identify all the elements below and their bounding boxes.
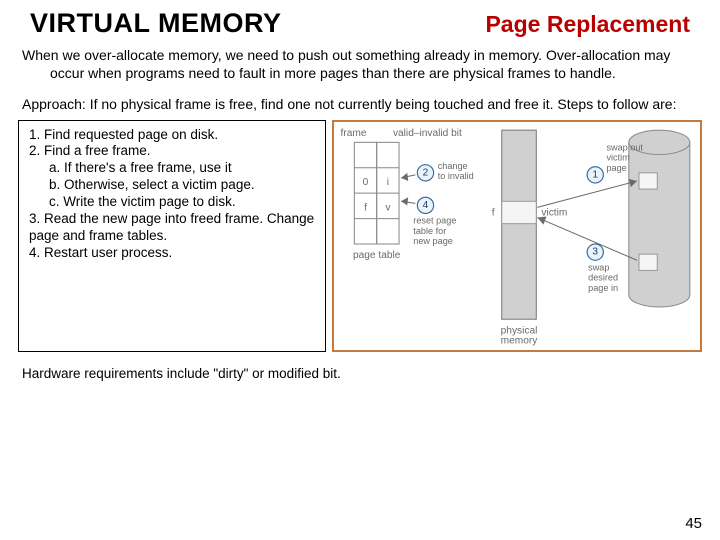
reset-label: reset pagetable fornew page <box>413 215 456 245</box>
step-2b: b. Otherwise, select a victim page. <box>27 177 317 194</box>
change-label: changeto invalid <box>438 160 474 180</box>
svg-text:4: 4 <box>423 199 429 210</box>
swap-in-label: swapdesiredpage in <box>588 262 618 292</box>
paragraph-2: Approach: If no physical frame is free, … <box>22 96 698 114</box>
paragraph-1: When we over-allocate memory, we need to… <box>22 47 698 82</box>
step-1: 1. Find requested page on disk. <box>27 127 317 144</box>
svg-text:i: i <box>387 177 389 188</box>
step-2c: c. Write the victim page to disk. <box>27 194 317 211</box>
col-valid-label: valid–invalid bit <box>393 128 462 139</box>
svg-text:0: 0 <box>363 177 369 188</box>
page-table: 0 i f v <box>354 142 399 244</box>
phys-mem-label: physicalmemory <box>501 325 539 346</box>
svg-text:f: f <box>492 207 495 218</box>
physical-memory: f victim <box>492 130 568 319</box>
svg-text:f: f <box>364 202 367 213</box>
page-subtitle: Page Replacement <box>485 11 690 38</box>
page-table-label: page table <box>353 250 401 261</box>
page-number: 45 <box>685 515 702 532</box>
svg-text:3: 3 <box>592 246 598 257</box>
steps-box: 1. Find requested page on disk. 2. Find … <box>18 120 326 352</box>
step-2: 2. Find a free frame. <box>27 143 317 160</box>
step-3: 3. Read the new page into freed frame. C… <box>27 211 317 245</box>
svg-text:1: 1 <box>592 169 598 180</box>
svg-text:v: v <box>385 202 391 213</box>
disk-cylinder <box>629 130 690 307</box>
svg-text:2: 2 <box>423 167 429 178</box>
col-frame-label: frame <box>341 128 367 139</box>
step-4: 4. Restart user process. <box>27 245 317 262</box>
page-title: VIRTUAL MEMORY <box>30 8 282 39</box>
diagram-svg: frame valid–invalid bit 0 i f v page tab… <box>334 122 700 350</box>
diagram: frame valid–invalid bit 0 i f v page tab… <box>332 120 702 352</box>
hardware-note: Hardware requirements include "dirty" or… <box>22 366 700 383</box>
step-2a: a. If there's a free frame, use it <box>27 160 317 177</box>
